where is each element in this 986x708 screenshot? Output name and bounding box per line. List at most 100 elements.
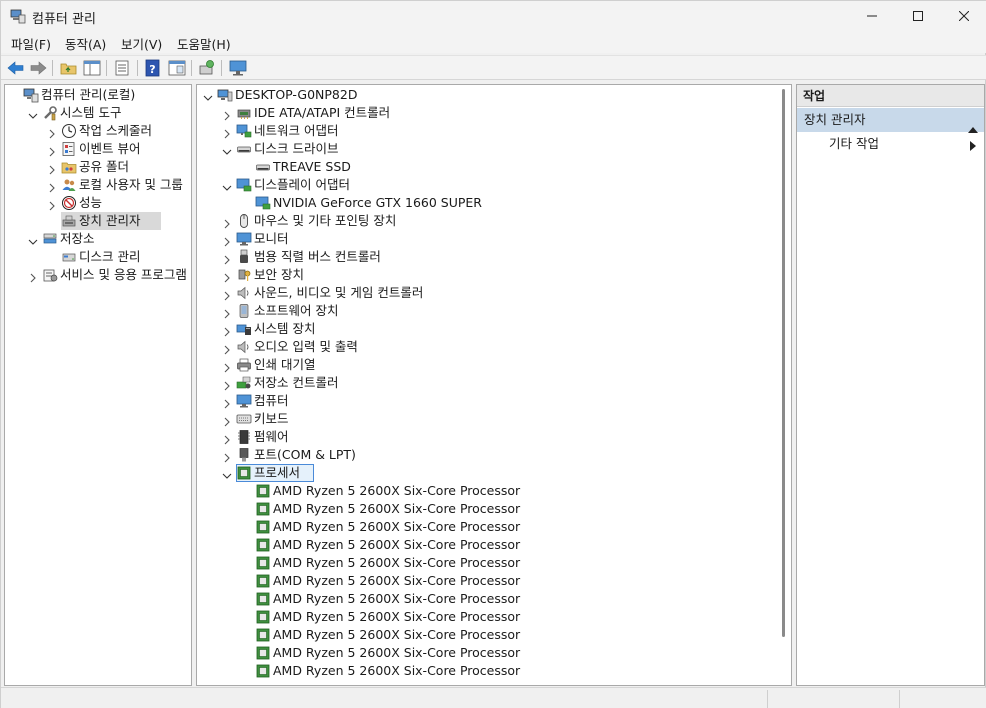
console-tree-item[interactable]: 작업 스케줄러 [5, 122, 191, 140]
back-arrow-icon[interactable] [6, 59, 26, 77]
disk-icon [61, 249, 77, 265]
chevron-right-icon[interactable] [222, 396, 232, 409]
menu-file[interactable]: 파일(F) [11, 34, 51, 53]
chevron-right-icon[interactable] [222, 306, 232, 319]
chevron-right-icon[interactable] [222, 270, 232, 283]
chevron-down-icon[interactable] [222, 144, 232, 155]
console-tree-item[interactable]: 시스템 도구 [5, 104, 191, 122]
device-tree-item[interactable]: 보안 장치 [197, 266, 791, 284]
device-tree-item[interactable]: AMD Ryzen 5 2600X Six-Core Processor [197, 500, 791, 518]
console-tree-item[interactable]: 컴퓨터 관리(로컬) [5, 86, 191, 104]
chevron-right-icon[interactable] [222, 216, 232, 229]
device-tree-item[interactable]: NVIDIA GeForce GTX 1660 SUPER [197, 194, 791, 212]
device-tree-item[interactable]: 시스템 장치 [197, 320, 791, 338]
chevron-right-icon[interactable] [222, 450, 232, 463]
device-tree-item[interactable]: AMD Ryzen 5 2600X Six-Core Processor [197, 626, 791, 644]
device-tree-item[interactable]: 프로세서 [197, 464, 791, 482]
chevron-right-icon[interactable] [28, 270, 38, 283]
console-tree-item[interactable]: 공유 폴더 [5, 158, 191, 176]
device-tree-item[interactable]: DESKTOP-G0NP82D [197, 86, 791, 104]
device-tree-item[interactable]: 네트워크 어댑터 [197, 122, 791, 140]
device-tree-item[interactable]: 키보드 [197, 410, 791, 428]
chevron-down-icon[interactable] [28, 108, 38, 119]
actions-group-device-manager[interactable]: 장치 관리자 [797, 108, 984, 133]
chevron-right-icon[interactable] [222, 360, 232, 373]
device-tree-item[interactable]: AMD Ryzen 5 2600X Six-Core Processor [197, 518, 791, 536]
printer-icon [236, 357, 252, 373]
console-tree-icon[interactable] [167, 59, 187, 77]
device-tree-item[interactable]: AMD Ryzen 5 2600X Six-Core Processor [197, 572, 791, 590]
console-tree-item[interactable]: 저장소 [5, 230, 191, 248]
device-tree-item[interactable]: 디스플레이 어댑터 [197, 176, 791, 194]
device-tree-item[interactable]: AMD Ryzen 5 2600X Six-Core Processor [197, 662, 791, 680]
chevron-right-icon[interactable] [222, 288, 232, 301]
chevron-right-icon[interactable] [47, 144, 57, 157]
device-tree-item[interactable]: 오디오 입력 및 출력 [197, 338, 791, 356]
chevron-right-icon[interactable] [222, 414, 232, 427]
device-tree-item[interactable]: AMD Ryzen 5 2600X Six-Core Processor [197, 536, 791, 554]
device-tree-item[interactable]: 사운드, 비디오 및 게임 컨트롤러 [197, 284, 791, 302]
device-tree-item[interactable]: AMD Ryzen 5 2600X Six-Core Processor [197, 590, 791, 608]
device-tree-item[interactable]: 범용 직렬 버스 컨트롤러 [197, 248, 791, 266]
console-tree-item[interactable]: 이벤트 뷰어 [5, 140, 191, 158]
console-tree-item[interactable]: 성능 [5, 194, 191, 212]
device-tree-item[interactable]: AMD Ryzen 5 2600X Six-Core Processor [197, 482, 791, 500]
help-icon[interactable]: ? [143, 59, 163, 77]
chevron-down-icon[interactable] [203, 90, 213, 101]
monitor-icon[interactable] [228, 59, 248, 77]
menu-view[interactable]: 보기(V) [121, 34, 162, 53]
chevron-right-icon[interactable] [222, 324, 232, 337]
device-tree-item[interactable]: 저장소 컨트롤러 [197, 374, 791, 392]
menu-help[interactable]: 도움말(H) [177, 34, 231, 53]
menu-action[interactable]: 동작(A) [65, 34, 106, 53]
console-tree-item[interactable]: 장치 관리자 [5, 212, 191, 230]
chevron-right-icon[interactable] [222, 252, 232, 265]
device-tree-item[interactable]: 펌웨어 [197, 428, 791, 446]
device-tree-item[interactable]: AMD Ryzen 5 2600X Six-Core Processor [197, 644, 791, 662]
more-actions-item[interactable]: 기타 작업 [829, 135, 879, 153]
chevron-right-icon[interactable] [222, 108, 232, 121]
maximize-button[interactable] [895, 1, 941, 31]
forward-arrow-icon[interactable] [28, 59, 48, 77]
console-tree-item[interactable]: 디스크 관리 [5, 248, 191, 266]
close-button[interactable] [941, 1, 986, 31]
device-tree-item[interactable]: 포트(COM & LPT) [197, 446, 791, 464]
device-tree-item[interactable]: 소프트웨어 장치 [197, 302, 791, 320]
chevron-right-icon[interactable] [47, 180, 57, 193]
device-tree-item[interactable]: 모니터 [197, 230, 791, 248]
console-tree-item[interactable]: 로컬 사용자 및 그룹 [5, 176, 191, 194]
device-tree-item[interactable]: 디스크 드라이브 [197, 140, 791, 158]
show-hide-tree-icon[interactable] [82, 59, 102, 77]
minimize-button[interactable] [849, 1, 895, 31]
device-tree-item[interactable]: AMD Ryzen 5 2600X Six-Core Processor [197, 608, 791, 626]
device-tree-label: AMD Ryzen 5 2600X Six-Core Processor [273, 483, 521, 498]
chevron-right-icon[interactable] [222, 378, 232, 391]
collapse-up-icon[interactable] [968, 117, 978, 141]
title-bar[interactable]: 컴퓨터 관리 [1, 1, 986, 31]
up-folder-icon[interactable] [59, 59, 79, 77]
console-tree-label: 시스템 도구 [60, 105, 122, 120]
chevron-down-icon[interactable] [222, 180, 232, 191]
chevron-right-icon[interactable] [47, 198, 57, 211]
device-tree-item[interactable]: IDE ATA/ATAPI 컨트롤러 [197, 104, 791, 122]
chevron-right-icon[interactable] [222, 234, 232, 247]
device-tree-label: 모니터 [254, 231, 289, 246]
chevron-right-icon[interactable] [222, 342, 232, 355]
chevron-down-icon[interactable] [28, 234, 38, 245]
device-tree-item[interactable]: 컴퓨터 [197, 392, 791, 410]
console-tree-label: 이벤트 뷰어 [79, 141, 141, 156]
chevron-right-icon[interactable] [47, 162, 57, 175]
chevron-right-icon[interactable] [222, 432, 232, 445]
vertical-scrollbar[interactable] [782, 89, 785, 637]
device-tree-item[interactable]: AMD Ryzen 5 2600X Six-Core Processor [197, 554, 791, 572]
device-tree-item[interactable]: TREAVE SSD [197, 158, 791, 176]
scan-hardware-icon[interactable] [197, 59, 217, 77]
console-tree-item[interactable]: 서비스 및 응용 프로그램 [5, 266, 191, 284]
properties-list-icon[interactable] [112, 59, 132, 77]
chevron-right-icon[interactable] [47, 126, 57, 139]
chevron-right-icon[interactable] [222, 126, 232, 139]
device-tree-item[interactable]: 마우스 및 기타 포인팅 장치 [197, 212, 791, 230]
device-tree-item[interactable]: 인쇄 대기열 [197, 356, 791, 374]
chevron-down-icon[interactable] [222, 468, 232, 479]
device-tree-label: AMD Ryzen 5 2600X Six-Core Processor [273, 663, 521, 678]
